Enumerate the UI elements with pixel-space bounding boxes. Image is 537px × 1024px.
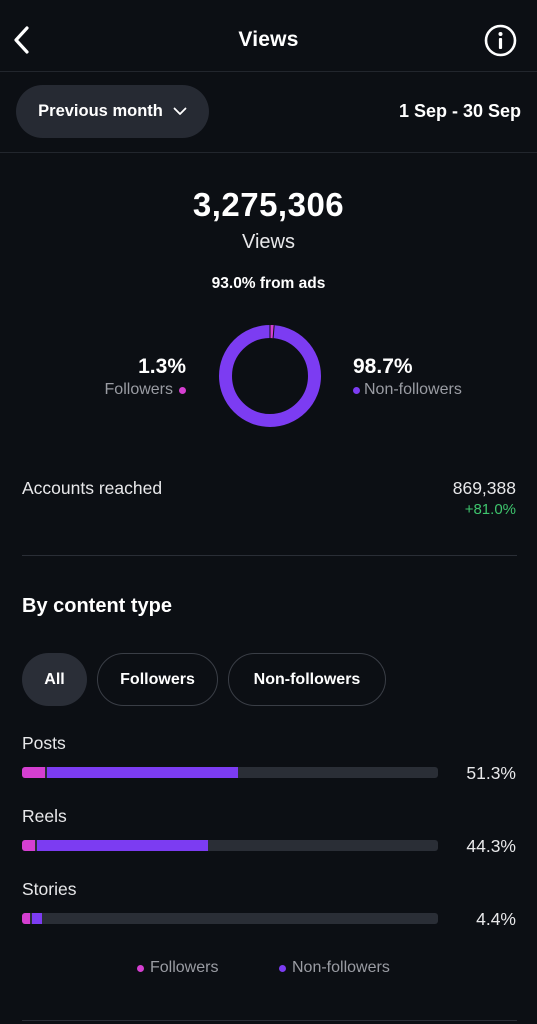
non-followers-dot-icon (279, 964, 286, 972)
ads-share-note: 93.0% from ads (211, 275, 326, 292)
filter-chip-followers[interactable]: Followers (97, 653, 218, 706)
content-row-percent: 51.3% (466, 763, 516, 783)
bar-non-followers-segment (47, 767, 238, 778)
legend-non-followers: Non-followers (279, 959, 390, 977)
filter-chip-all[interactable]: All (22, 653, 87, 706)
bar-followers-segment (22, 913, 30, 924)
non-followers-percent: 98.7% (353, 355, 413, 378)
followers-dot-icon (137, 964, 144, 972)
content-row-label: Stories (22, 879, 77, 899)
top-bar: Views (0, 0, 537, 72)
content-row-label: Reels (22, 806, 67, 826)
filter-chip-all-label: All (44, 670, 65, 688)
content-bar-stories (22, 913, 438, 924)
period-row: Previous month 1 Sep - 30 Sep (0, 72, 537, 153)
filter-chip-followers-label: Followers (120, 670, 195, 688)
non-followers-dot-icon (353, 386, 360, 394)
legend-followers-label: Followers (150, 959, 219, 976)
page-title: Views (238, 28, 299, 51)
non-followers-label-text: Non-followers (364, 381, 462, 398)
followers-percent: 1.3% (138, 355, 186, 378)
date-range: 1 Sep - 30 Sep (398, 101, 521, 121)
info-icon (484, 24, 517, 57)
accounts-reached-label: Accounts reached (22, 478, 163, 498)
followers-split-donut (219, 325, 321, 427)
followers-dot-icon (179, 386, 186, 394)
non-followers-label: Non-followers (353, 381, 462, 399)
bar-followers-segment (22, 767, 45, 778)
content-row-label: Posts (22, 733, 66, 753)
accounts-reached-value: 869,388 (452, 478, 516, 498)
content-row-percent: 44.3% (466, 836, 516, 856)
divider (22, 555, 517, 556)
filter-chip-non-followers[interactable]: Non-followers (228, 653, 386, 706)
chevron-down-icon (173, 107, 187, 115)
filter-chip-non-followers-label: Non-followers (253, 670, 361, 688)
legend-followers: Followers (137, 959, 218, 977)
accounts-reached-change: +81.0% (464, 501, 516, 518)
bar-non-followers-segment (32, 913, 42, 924)
period-dropdown[interactable]: Previous month (16, 85, 209, 138)
followers-label: Followers (105, 381, 186, 399)
divider (22, 1020, 517, 1021)
content-bar-posts (22, 767, 438, 778)
period-selected-label: Previous month (38, 102, 163, 120)
total-views-value: 3,275,306 (192, 186, 345, 223)
legend-non-followers-label: Non-followers (292, 959, 390, 976)
content-type-title: By content type (22, 595, 173, 617)
bar-non-followers-segment (37, 840, 208, 851)
views-insights-screen: Views Previous month 1 Sep - 30 Sep 3,27… (0, 0, 537, 1024)
bar-followers-segment (22, 840, 35, 851)
total-views-label: Views (242, 231, 295, 253)
content-row-percent: 4.4% (476, 909, 516, 929)
info-button[interactable] (484, 24, 517, 57)
followers-label-text: Followers (104, 381, 173, 398)
content-bar-reels (22, 840, 438, 851)
